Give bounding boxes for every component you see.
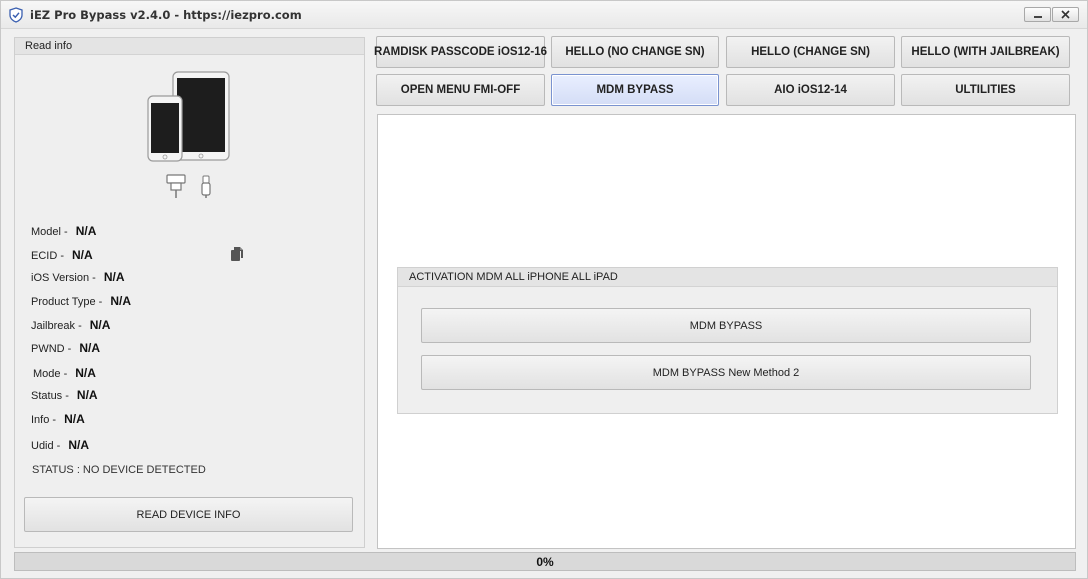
tab-aio-ios12-14[interactable]: AIO iOS12-14 xyxy=(726,74,895,106)
iphone-icon xyxy=(147,95,183,162)
close-button[interactable] xyxy=(1052,7,1079,22)
copy-icon[interactable] xyxy=(230,246,244,262)
ecid-value: N/A xyxy=(72,248,93,262)
app-window: iEZ Pro Bypass v2.4.0 - https://iezpro.c… xyxy=(0,0,1088,579)
activation-mdm-group-title: ACTIVATION MDM ALL iPHONE ALL iPAD xyxy=(398,268,1057,287)
lightning-cable-icon xyxy=(201,175,211,198)
device-illustration xyxy=(147,71,230,198)
info-value: N/A xyxy=(64,412,85,426)
ios-version-row: iOS Version - N/A xyxy=(31,270,124,284)
read-device-info-button[interactable]: READ DEVICE INFO xyxy=(24,497,353,532)
ecid-row: ECID - N/A xyxy=(31,248,93,262)
close-icon xyxy=(1061,10,1070,19)
mode-row: Mode - N/A xyxy=(33,366,96,380)
tab-hello-no-change-sn[interactable]: HELLO (NO CHANGE SN) xyxy=(551,36,719,68)
ios-version-label: iOS Version - xyxy=(31,272,96,284)
dock-connector-icon xyxy=(166,174,186,198)
mdm-bypass-button[interactable]: MDM BYPASS xyxy=(421,308,1031,343)
jailbreak-label: Jailbreak - xyxy=(31,320,82,332)
tab-mdm-bypass[interactable]: MDM BYPASS xyxy=(551,74,719,106)
ecid-label: ECID - xyxy=(31,250,64,262)
model-value: N/A xyxy=(75,224,97,238)
udid-row: Udid - N/A xyxy=(31,438,89,452)
title-bar: iEZ Pro Bypass v2.4.0 - https://iezpro.c… xyxy=(1,1,1087,29)
pwnd-row: PWND - N/A xyxy=(31,341,100,355)
progress-label: 0% xyxy=(536,554,554,569)
tab-ramdisk-passcode[interactable]: RAMDISK PASSCODE iOS12-16 xyxy=(374,36,547,68)
tab-hello-with-jailbreak[interactable]: HELLO (WITH JAILBREAK) xyxy=(901,36,1070,68)
tab-hello-change-sn[interactable]: HELLO (CHANGE SN) xyxy=(726,36,895,68)
read-info-panel: Read info Model - N/A ECID - N/A iOS Ver… xyxy=(14,37,365,548)
minimize-icon xyxy=(1033,16,1042,18)
device-status-text: STATUS : NO DEVICE DETECTED xyxy=(32,464,206,476)
status-label: Status - xyxy=(31,390,69,402)
minimize-button[interactable] xyxy=(1024,7,1051,22)
info-label: Info - xyxy=(31,414,57,426)
status-value: N/A xyxy=(76,388,98,402)
product-type-row: Product Type - N/A xyxy=(31,294,131,308)
activation-mdm-group: ACTIVATION MDM ALL iPHONE ALL iPAD MDM B… xyxy=(397,267,1058,414)
product-type-label: Product Type - xyxy=(31,296,103,308)
model-row: Model - N/A xyxy=(31,224,96,238)
window-title: iEZ Pro Bypass v2.4.0 - https://iezpro.c… xyxy=(30,8,302,22)
ios-version-value: N/A xyxy=(103,270,125,284)
jailbreak-row: Jailbreak - N/A xyxy=(31,318,110,332)
progress-bar: 0% xyxy=(14,552,1076,571)
read-info-header: Read info xyxy=(15,38,364,55)
tab-ultilities[interactable]: ULTILITIES xyxy=(901,74,1070,106)
main-content: ACTIVATION MDM ALL iPHONE ALL iPAD MDM B… xyxy=(377,114,1076,549)
product-type-value: N/A xyxy=(110,294,132,308)
info-row: Info - N/A xyxy=(31,412,85,426)
mode-label: Mode - xyxy=(33,368,68,380)
shield-icon xyxy=(9,7,23,23)
udid-label: Udid - xyxy=(31,440,61,452)
pwnd-value: N/A xyxy=(79,341,100,355)
status-row: Status - N/A xyxy=(31,388,98,402)
pwnd-label: PWND - xyxy=(31,343,72,355)
udid-value: N/A xyxy=(68,438,90,452)
model-label: Model - xyxy=(31,226,68,238)
jailbreak-value: N/A xyxy=(89,318,111,332)
mode-value: N/A xyxy=(75,366,96,380)
mdm-bypass-method2-button[interactable]: MDM BYPASS New Method 2 xyxy=(421,355,1031,390)
tab-open-menu-fmi-off[interactable]: OPEN MENU FMI-OFF xyxy=(376,74,545,106)
